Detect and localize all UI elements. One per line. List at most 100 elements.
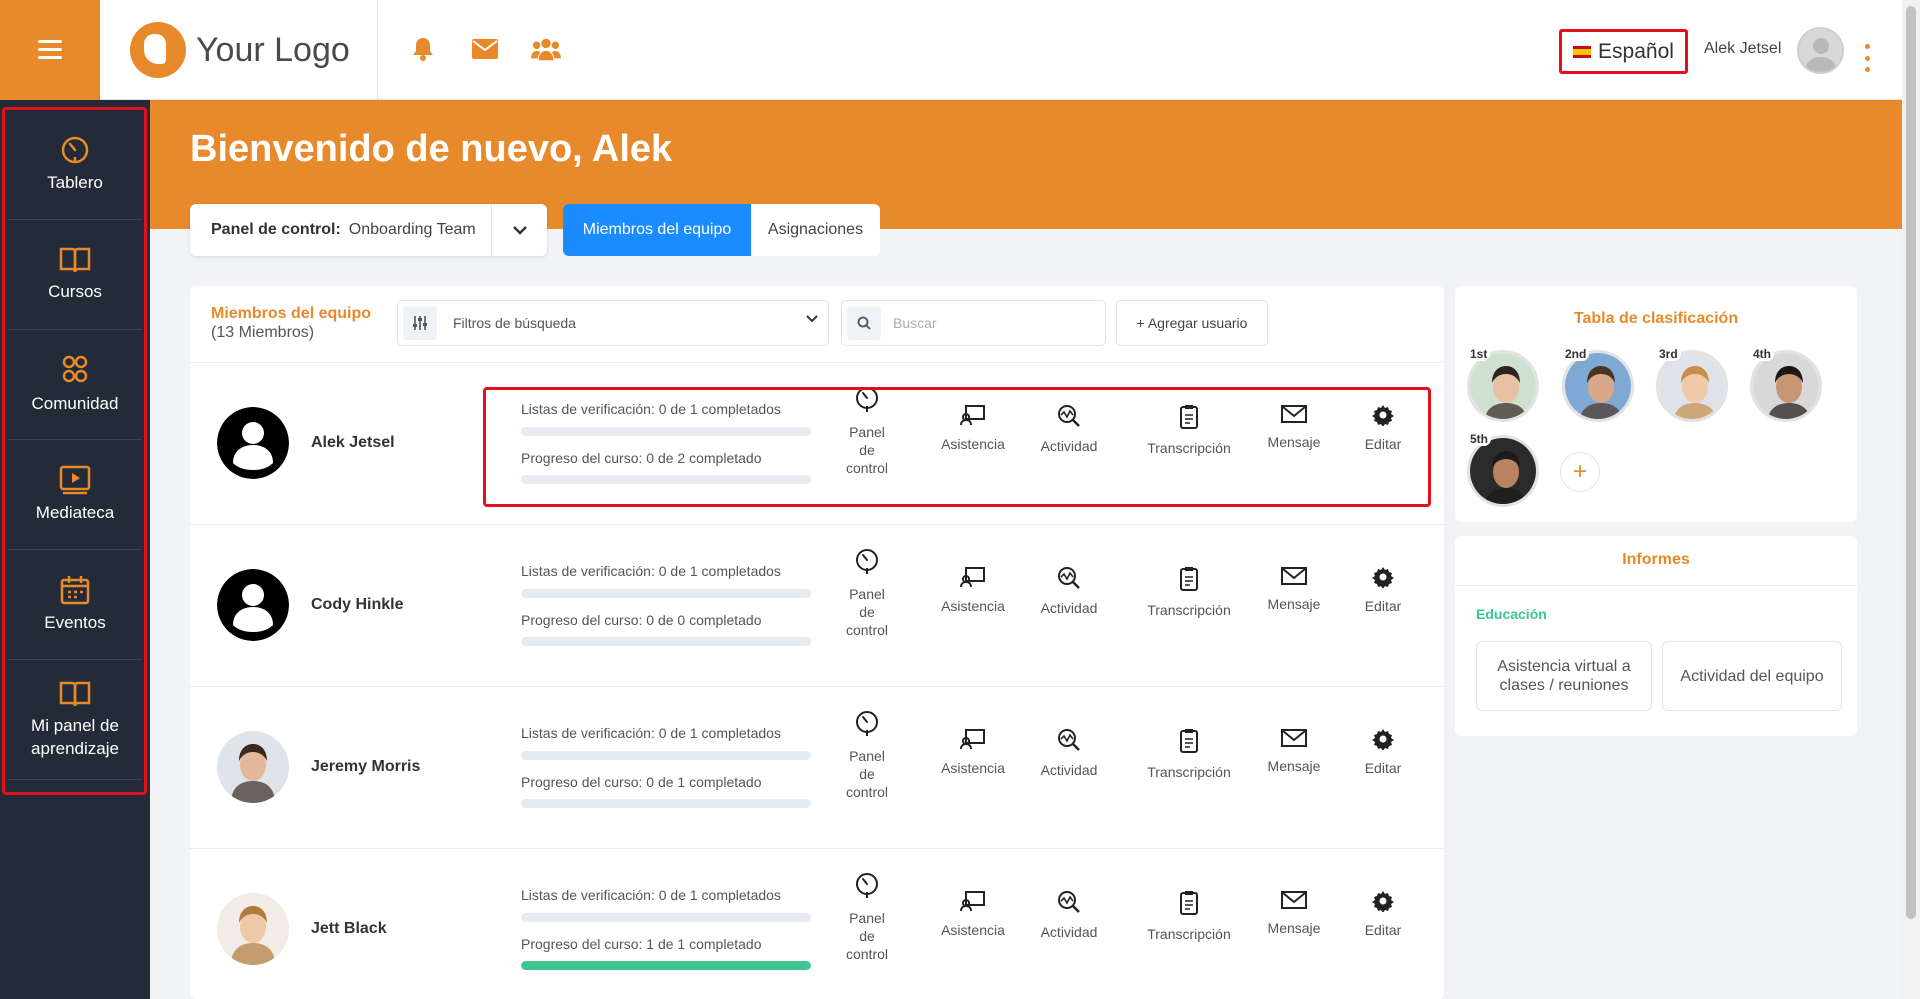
sidebar-item-mi-panel-de-aprendizaje[interactable]: Mi panel de aprendizaje [8, 660, 142, 780]
sidebar-item-comunidad[interactable]: Comunidad [8, 330, 142, 440]
edit-button[interactable]: Editar [1353, 890, 1413, 938]
sidebar-item-eventos[interactable]: Eventos [8, 550, 142, 660]
virtual-attendance-report-button[interactable]: Asistencia virtual a clases / reuniones [1476, 641, 1652, 711]
edit-button[interactable]: Editar [1353, 566, 1413, 614]
users-icon[interactable] [531, 34, 561, 64]
search-input[interactable] [893, 315, 1093, 331]
sidebar-item-cursos[interactable]: Cursos [8, 220, 142, 330]
table-row: Jeremy Morris Listas de verificación: 0 d… [190, 688, 1444, 849]
top-bar: Your Logo Español Alek Jetsel [0, 0, 1902, 100]
clipboard-icon [1179, 890, 1199, 926]
panel-de-control-button[interactable]: Panel de control [835, 548, 899, 639]
activity-icon [1057, 890, 1081, 924]
avatar[interactable] [217, 407, 289, 479]
edit-button[interactable]: Editar [1353, 404, 1413, 452]
activity-icon [1057, 566, 1081, 600]
message-button[interactable]: Mensaje [1254, 566, 1334, 612]
action-label: Editar [1364, 760, 1402, 776]
envelope-icon [1281, 890, 1307, 920]
action-label: Editar [1364, 598, 1402, 614]
activity-icon [1057, 404, 1081, 438]
table-row: Jett Black Listas de verificación: 0 de 1… [190, 850, 1444, 999]
attendance-button[interactable]: Asistencia [928, 728, 1018, 776]
message-button[interactable]: Mensaje [1254, 404, 1334, 450]
message-button[interactable]: Mensaje [1254, 728, 1334, 774]
attendance-button[interactable]: Asistencia [928, 890, 1018, 938]
panel-selector[interactable]: Panel de control: Onboarding Team [190, 204, 547, 256]
members-count: (13 Miembros) [211, 324, 315, 341]
clipboard-icon [1179, 728, 1199, 764]
bell-icon[interactable] [408, 34, 438, 64]
transcript-button[interactable]: Transcripción [1134, 404, 1244, 456]
member-name[interactable]: Alek Jetsel [311, 434, 395, 452]
action-label: Transcripción [1147, 602, 1231, 618]
user-avatar[interactable] [1797, 27, 1844, 74]
transcript-button[interactable]: Transcripción [1134, 728, 1244, 780]
transcript-button[interactable]: Transcripción [1134, 566, 1244, 618]
book-icon [59, 681, 91, 706]
gauge-icon [854, 548, 880, 585]
clipboard-icon [1179, 404, 1199, 440]
sidebar-item-tablero[interactable]: Tablero [8, 110, 142, 220]
leaderboard-rank: 1st [1467, 347, 1491, 361]
action-label: Actividad [1040, 924, 1098, 940]
page-scrollbar[interactable] [1902, 0, 1920, 999]
course-progress-bar [521, 799, 811, 808]
panel-de-control-button[interactable]: Panel de control [835, 872, 899, 963]
activity-button[interactable]: Actividad [1029, 566, 1109, 616]
logo[interactable]: Your Logo [130, 22, 350, 78]
divider [1455, 585, 1857, 586]
action-label: Panel de control [845, 586, 889, 638]
elephant-logo-icon [130, 22, 186, 78]
community-icon [62, 355, 88, 383]
panel-de-control-button[interactable]: Panel de control [835, 386, 899, 477]
user-name[interactable]: Alek Jetsel [1704, 40, 1781, 58]
member-name[interactable]: Jeremy Morris [311, 758, 420, 776]
course-progress-status: Progreso del curso: 0 de 1 completado [521, 774, 762, 790]
language-selector[interactable]: Español [1559, 29, 1688, 74]
leaderboard-rank: 2nd [1562, 347, 1590, 361]
transcript-button[interactable]: Transcripción [1134, 890, 1244, 942]
panel-de-control-button[interactable]: Panel de control [835, 710, 899, 801]
action-label: Transcripción [1147, 440, 1231, 456]
activity-button[interactable]: Actividad [1029, 890, 1109, 940]
activity-button[interactable]: Actividad [1029, 728, 1109, 778]
checklist-progress-bar [521, 913, 811, 922]
envelope-icon[interactable] [470, 34, 500, 64]
add-leaderboard-button[interactable]: + [1560, 452, 1600, 492]
tab-team-members[interactable]: Miembros del equipo [563, 204, 751, 256]
leaderboard-rank: 4th [1750, 347, 1774, 361]
team-activity-report-button[interactable]: Actividad del equipo [1662, 641, 1842, 711]
action-label: Asistencia [941, 922, 1005, 938]
add-user-button[interactable]: + Agregar usuario [1116, 300, 1268, 346]
action-label: Editar [1364, 922, 1402, 938]
dashboard-gauge-icon [61, 136, 89, 164]
member-name[interactable]: Jett Black [311, 920, 387, 938]
reports-section-label: Educación [1476, 606, 1547, 622]
avatar[interactable] [217, 731, 289, 803]
search-filters-dropdown[interactable]: Filtros de búsqueda [397, 300, 829, 346]
attendance-button[interactable]: Asistencia [928, 566, 1018, 614]
checklist-progress-bar [521, 427, 811, 436]
message-button[interactable]: Mensaje [1254, 890, 1334, 936]
member-name[interactable]: Cody Hinkle [311, 596, 403, 614]
attendance-button[interactable]: Asistencia [928, 404, 1018, 452]
avatar[interactable] [217, 569, 289, 641]
filter-label: Filtros de búsqueda [453, 315, 576, 331]
attendance-icon [960, 404, 986, 436]
table-row: Alek Jetsel Listas de verificación: 0 de … [190, 364, 1444, 525]
chevron-down-icon[interactable] [491, 204, 547, 256]
checklist-progress-bar [521, 751, 811, 760]
edit-button[interactable]: Editar [1353, 728, 1413, 776]
tab-assignments[interactable]: Asignaciones [751, 204, 880, 256]
course-progress-status: Progreso del curso: 0 de 0 completado [521, 612, 762, 628]
sidebar-item-mediateca[interactable]: Mediateca [8, 440, 142, 550]
more-options-icon[interactable] [1863, 44, 1871, 72]
hamburger-menu-button[interactable] [0, 0, 100, 100]
course-progress-status: Progreso del curso: 0 de 2 completado [521, 450, 762, 466]
activity-button[interactable]: Actividad [1029, 404, 1109, 454]
scrollbar-thumb[interactable] [1906, 6, 1916, 919]
avatar[interactable] [217, 893, 289, 965]
book-icon [59, 247, 91, 273]
attendance-icon [960, 728, 986, 760]
